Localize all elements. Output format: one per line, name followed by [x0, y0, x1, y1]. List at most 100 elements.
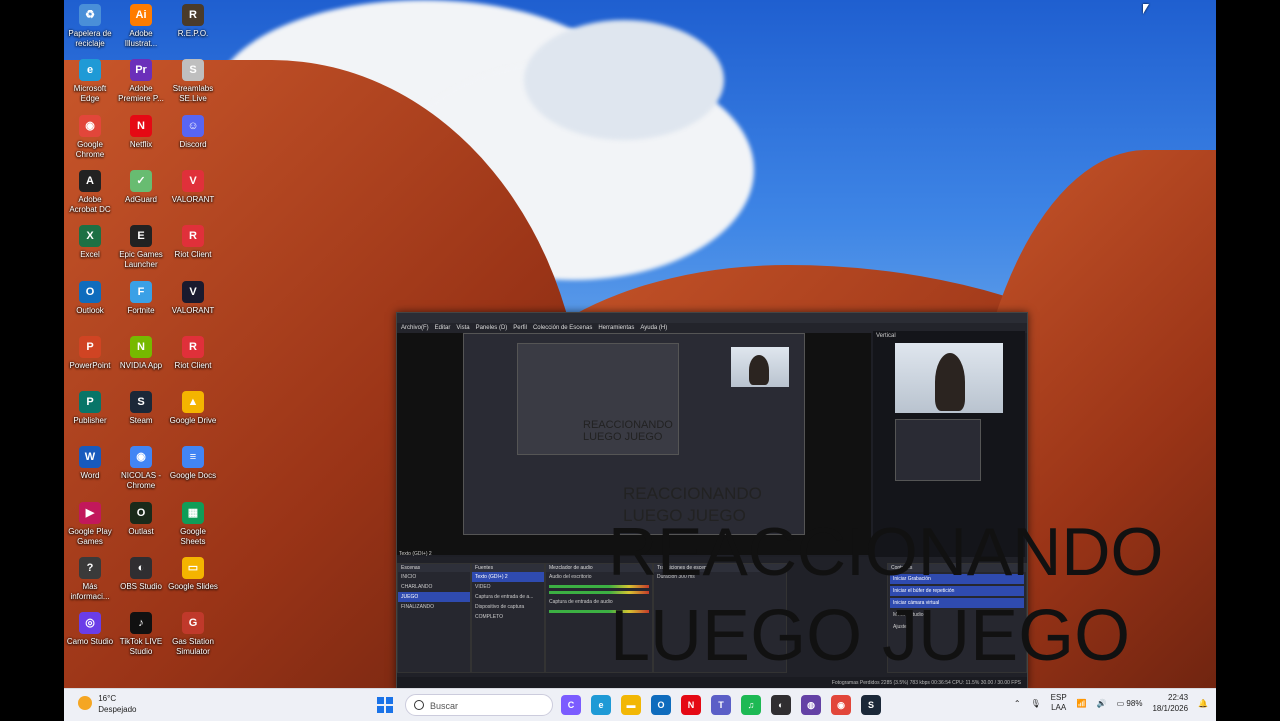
outlook-icon[interactable]: O — [651, 695, 671, 715]
desktop-icon[interactable]: e Microsoft Edge — [64, 59, 116, 104]
desktop-icon[interactable]: O Outlook — [64, 280, 116, 316]
battery-icon: ▭ — [1116, 698, 1125, 708]
desktop-icon[interactable]: W Word — [64, 446, 116, 481]
desktop-icon-label: Epic Games Launcher — [119, 250, 163, 270]
desktop-icon[interactable]: V VALORANT — [167, 280, 219, 316]
desktop-icon[interactable]: O Outlast — [115, 501, 167, 537]
source-item[interactable]: VIDEO — [472, 582, 544, 592]
desktop-icon[interactable]: P PowerPoint — [64, 335, 116, 371]
sources-dock: Fuentes Texto (GDI+) 2 VIDEO Captura de … — [471, 563, 545, 673]
scene-item[interactable]: FINALIZANDO — [398, 602, 470, 612]
desktop-icon[interactable]: ◐ OBS Studio — [115, 557, 167, 592]
desktop-icon[interactable]: ☺ Discord — [167, 114, 219, 150]
desktop-icon[interactable]: N Netflix — [115, 114, 167, 150]
weather-condition: Despejado — [98, 705, 137, 714]
desktop-icon[interactable]: ≡ Google Docs — [167, 446, 219, 481]
search-placeholder: Buscar — [430, 701, 459, 711]
desktop-icon[interactable]: S Steam — [115, 391, 167, 426]
menu-coleccion-escenas[interactable]: Colección de Escenas — [533, 323, 592, 333]
chevron-up-icon[interactable]: ⌃ — [1014, 699, 1021, 708]
desktop-icon[interactable]: R R.E.P.O. — [167, 4, 219, 39]
desktop-icon[interactable]: ♻ Papelera de reciclaje — [64, 4, 116, 49]
desktop-icon[interactable]: Ai Adobe Illustrat... — [115, 4, 167, 49]
menu-perfil[interactable]: Perfil — [513, 323, 527, 333]
desktop-icon-label: Microsoft Edge — [73, 84, 107, 104]
clock[interactable]: 22:43 18/1/2026 — [1152, 692, 1188, 714]
desktop-icon-label: AdGuard — [124, 194, 158, 204]
source-item-selected[interactable]: Texto (GDI+) 2 — [472, 572, 544, 582]
chrome-icon[interactable]: ◉ — [831, 695, 851, 715]
desktop-icon[interactable]: ◉ NICOLAS - Chrome — [115, 446, 167, 491]
desktop-icon[interactable]: S Streamlabs SE.Live — [167, 59, 219, 104]
file-explorer-icon[interactable]: ▬ — [621, 695, 641, 715]
discord-icon: ☺ — [182, 114, 204, 137]
desktop-icon[interactable]: ◎ Camo Studio — [64, 612, 116, 647]
notification-bell-icon[interactable]: 🔔 — [1198, 699, 1208, 708]
wallpaper-cloud — [524, 20, 724, 140]
start-button[interactable] — [377, 697, 393, 713]
desktop-icon[interactable]: ▦ Google Sheets — [167, 501, 219, 547]
desktop-icon[interactable]: Pr Adobe Premiere P... — [115, 59, 167, 104]
nested-person — [749, 355, 769, 385]
valorant-icon: V — [182, 169, 204, 192]
scene-item[interactable]: CHARLANDO — [398, 582, 470, 592]
desktop-icon[interactable]: R Riot Client — [167, 335, 219, 371]
obs-icon[interactable]: ◐ — [771, 695, 791, 715]
language-indicator[interactable]: ESP LAA — [1051, 693, 1067, 713]
desktop-icon-label: VALORANT — [171, 194, 215, 204]
desktop-icon[interactable]: ♪ TikTok LIVE Studio — [115, 612, 167, 657]
desktop-icon-label: Adobe Premiere P... — [118, 84, 164, 104]
source-item[interactable]: Captura de entrada de a... — [472, 592, 544, 602]
microphone-icon[interactable]: 🎙 — [1031, 699, 1041, 708]
desktop-icon[interactable]: ? Más informaci... — [64, 557, 116, 602]
desktop-icon[interactable]: G Gas Station Simulator — [167, 612, 219, 657]
desktop-icon-label: Adobe Illustrat... — [124, 29, 158, 48]
scene-item[interactable]: INICIO — [398, 572, 470, 582]
desktop-icon[interactable]: ◉ Google Chrome — [64, 114, 116, 160]
menu-archivo[interactable]: Archivo(F) — [401, 323, 429, 333]
windows-logo-pane — [377, 697, 384, 704]
desktop-icon[interactable]: X Excel — [64, 225, 116, 260]
obs-title-bar[interactable] — [397, 313, 1027, 323]
menu-vista[interactable]: Vista — [456, 323, 469, 333]
menu-herramientas[interactable]: Herramientas — [598, 323, 634, 333]
edge-icon[interactable]: e — [591, 695, 611, 715]
steam-icon[interactable]: S — [861, 695, 881, 715]
desktop-icon[interactable]: N NVIDIA App — [115, 335, 167, 371]
desktop-icon-label: Google Play Games — [68, 526, 112, 546]
desktop-icon[interactable]: ▲ Google Drive — [167, 391, 219, 426]
search-icon — [414, 700, 424, 710]
desktop-icon-label: Google Chrome — [75, 139, 105, 159]
menu-ayuda[interactable]: Ayuda (H) — [640, 323, 667, 333]
desktop-icon[interactable]: A Adobe Acrobat DC — [64, 169, 116, 215]
menu-editar[interactable]: Editar — [435, 323, 451, 333]
netflix-icon[interactable]: N — [681, 695, 701, 715]
desktop-icon[interactable]: E Epic Games Launcher — [115, 225, 167, 270]
desktop-icon-label: NVIDIA App — [119, 360, 163, 370]
copilot-icon[interactable]: C — [561, 695, 581, 715]
source-item[interactable]: COMPLETO — [472, 612, 544, 622]
weather-widget[interactable]: 16°C Despejado — [78, 693, 136, 715]
riot-client-icon: R — [182, 225, 204, 248]
volume-icon[interactable]: 🔊 — [1097, 699, 1107, 708]
desktop-icon[interactable]: ▶ Google Play Games — [64, 501, 116, 547]
desktop-icon[interactable]: F Fortnite — [115, 280, 167, 316]
outlook-icon: O — [79, 280, 101, 303]
wifi-icon[interactable]: 📶 — [1077, 699, 1087, 708]
desktop-icon[interactable]: ▭ Google Slides — [167, 557, 219, 592]
menu-paneles[interactable]: Paneles (D) — [476, 323, 508, 333]
desktop-icon-label: TikTok LIVE Studio — [119, 637, 163, 657]
desktop-icon[interactable]: R Riot Client — [167, 225, 219, 260]
twitch-icon[interactable]: ◍ — [801, 695, 821, 715]
taskbar-search[interactable]: Buscar — [405, 694, 553, 716]
scene-item-selected[interactable]: JUEGO — [398, 592, 470, 602]
desktop-icon[interactable]: V VALORANT — [167, 169, 219, 205]
desktop-icon[interactable]: P Publisher — [64, 391, 116, 426]
teams-icon[interactable]: T — [711, 695, 731, 715]
battery-indicator[interactable]: ▭ 98% — [1117, 699, 1143, 708]
spotify-icon[interactable]: ♫ — [741, 695, 761, 715]
desktop-icon-grid: ♻ Papelera de reciclaje Ai Adobe Illustrat.… — [64, 0, 232, 688]
illustrator-icon: Ai — [130, 4, 152, 26]
desktop-icon[interactable]: ✓ AdGuard — [115, 169, 167, 205]
source-item[interactable]: Dispositivo de captura — [472, 602, 544, 612]
